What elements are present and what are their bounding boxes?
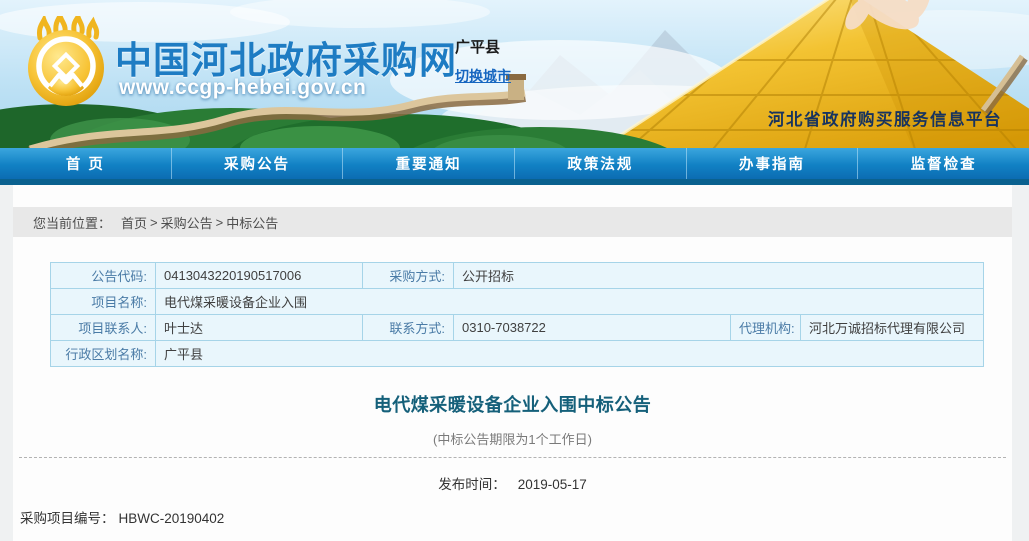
nav-item-service-guide[interactable]: 办事指南 (686, 148, 858, 179)
current-region-label: 广平县 (455, 36, 500, 57)
breadcrumb-procurement-announcements[interactable]: 采购公告 (161, 213, 213, 232)
breadcrumb-separator: > (150, 215, 158, 230)
field-value-admin-region: 广平县 (156, 341, 984, 367)
nav-item-policies-regulations[interactable]: 政策法规 (514, 148, 686, 179)
nav-item-supervision[interactable]: 监督检查 (857, 148, 1029, 179)
announcement-info-table: 公告代码: 0413043220190517006 采购方式: 公开招标 项目名… (50, 262, 984, 367)
breadcrumb-award-announcements[interactable]: 中标公告 (226, 213, 278, 232)
field-label-contact-phone: 联系方式: (363, 315, 454, 341)
announcement-subtitle: (中标公告期限为1个工作日) (13, 429, 1012, 448)
table-row-project-name: 项目名称: 电代煤采暖设备企业入围 (51, 289, 984, 315)
field-label-project-contact: 项目联系人: (51, 315, 156, 341)
project-number-value: HBWC-20190402 (119, 511, 225, 526)
field-value-project-name: 电代煤采暖设备企业入围 (156, 289, 984, 315)
publish-time-value: 2019-05-17 (518, 477, 587, 492)
field-value-project-contact: 叶士达 (156, 315, 363, 341)
field-label-announcement-code: 公告代码: (51, 263, 156, 289)
breadcrumb-separator: > (216, 215, 224, 230)
main-nav: 首 页 采购公告 重要通知 政策法规 办事指南 监督检查 (0, 148, 1029, 179)
field-label-admin-region: 行政区划名称: (51, 341, 156, 367)
field-label-agency: 代理机构: (731, 315, 801, 341)
platform-name: 河北省政府购买服务信息平台 (768, 106, 1002, 130)
site-url: www.ccgp-hebei.gov.cn (119, 76, 366, 100)
nav-item-home[interactable]: 首 页 (0, 148, 171, 179)
page: 中国河北政府采购网 www.ccgp-hebei.gov.cn 广平县 切换城市… (0, 0, 1029, 541)
field-value-announcement-code: 0413043220190517006 (156, 263, 363, 289)
project-number-label: 采购项目编号： (20, 511, 115, 526)
table-row-admin-region: 行政区划名称: 广平县 (51, 341, 984, 367)
field-label-procurement-method: 采购方式: (363, 263, 454, 289)
announcement-title: 电代煤采暖设备企业入围中标公告 (13, 391, 1012, 417)
breadcrumb-prefix: 您当前位置： (33, 213, 111, 232)
publish-time-label: 发布时间： (438, 477, 506, 492)
dashed-divider (19, 457, 1006, 458)
field-value-procurement-method: 公开招标 (454, 263, 984, 289)
field-label-project-name: 项目名称: (51, 289, 156, 315)
table-row-announcement-code: 公告代码: 0413043220190517006 采购方式: 公开招标 (51, 263, 984, 289)
site-logo[interactable] (22, 16, 110, 108)
breadcrumb: 您当前位置： 首页 > 采购公告 > 中标公告 (13, 207, 1012, 237)
site-header: 中国河北政府采购网 www.ccgp-hebei.gov.cn 广平县 切换城市… (0, 0, 1029, 148)
switch-city-link[interactable]: 切换城市 (455, 66, 511, 86)
field-value-contact-phone: 0310-7038722 (454, 315, 731, 341)
nav-item-important-notices[interactable]: 重要通知 (342, 148, 514, 179)
nav-item-procurement-announcements[interactable]: 采购公告 (171, 148, 343, 179)
project-number-line: 采购项目编号： HBWC-20190402 (20, 507, 1012, 527)
content-area: 您当前位置： 首页 > 采购公告 > 中标公告 公告代码: 0413043220… (13, 185, 1012, 541)
table-row-contacts: 项目联系人: 叶士达 联系方式: 0310-7038722 代理机构: 河北万诚… (51, 315, 984, 341)
publish-time-line: 发布时间： 2019-05-17 (13, 473, 1012, 493)
field-value-agency: 河北万诚招标代理有限公司 (801, 315, 984, 341)
breadcrumb-home[interactable]: 首页 (121, 213, 147, 232)
